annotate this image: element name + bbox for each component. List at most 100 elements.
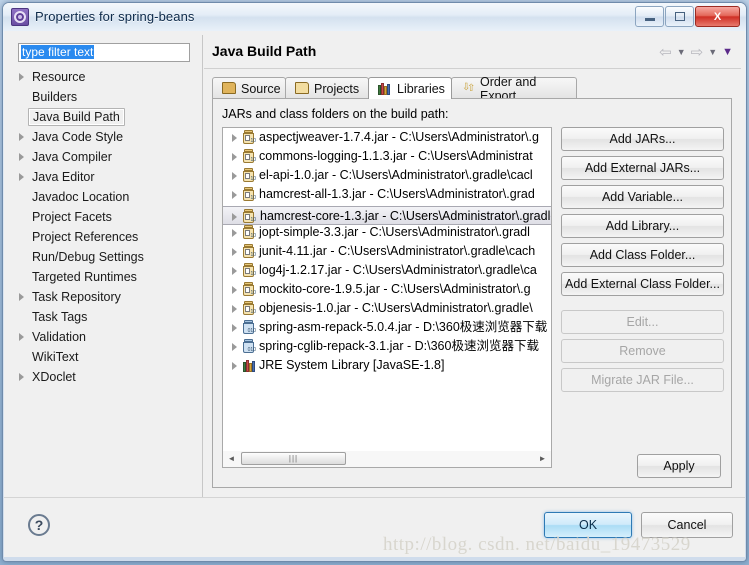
add-class-folder-button[interactable]: Add Class Folder...: [561, 243, 724, 267]
expand-triangle-icon[interactable]: [232, 267, 237, 275]
sidebar-item-xdoclet[interactable]: XDoclet: [10, 367, 202, 387]
jar-list-item[interactable]: 10 log4j-1.2.17.jar - C:\Users\Administra…: [223, 261, 551, 280]
sidebar-item-java-editor[interactable]: Java Editor: [10, 167, 202, 187]
order-export-icon: ⇩ ⇧: [462, 82, 476, 94]
jar-list-item-label: mockito-core-1.9.5.jar - C:\Users\Admini…: [259, 282, 531, 296]
jar-list-item[interactable]: 10 hamcrest-core-1.3.jar - C:\Users\Admin…: [223, 206, 551, 225]
tab-source[interactable]: Source: [212, 77, 286, 99]
jar-list-item[interactable]: JRE System Library [JavaSE-1.8]: [223, 356, 551, 375]
expand-triangle-icon[interactable]: [19, 133, 24, 141]
jar-list-item[interactable]: 10 junit-4.11.jar - C:\Users\Administrato…: [223, 242, 551, 261]
back-chevron-down-icon[interactable]: ▼: [677, 47, 686, 57]
jar-list-item-label: objenesis-1.0.jar - C:\Users\Administrat…: [259, 301, 533, 315]
jar-list-item[interactable]: 10 hamcrest-all-1.3.jar - C:\Users\Admini…: [223, 185, 551, 204]
ok-button[interactable]: OK: [544, 512, 632, 538]
back-arrow-icon[interactable]: ⇦: [659, 43, 672, 61]
minimize-button[interactable]: [635, 6, 664, 27]
tab-label: Libraries: [397, 81, 445, 96]
title-separator: [204, 68, 741, 69]
sidebar-item-label: WikiText: [32, 350, 79, 364]
sidebar-item-label: Javadoc Location: [32, 190, 130, 204]
add-external-class-folder-button[interactable]: Add External Class Folder...: [561, 272, 724, 296]
jar-list-item[interactable]: 10 el-api-1.0.jar - C:\Users\Administrato…: [223, 166, 551, 185]
add-external-jars-button[interactable]: Add External JARs...: [561, 156, 724, 180]
sidebar-item-javadoc-location[interactable]: Javadoc Location: [10, 187, 202, 207]
sidebar-item-wikitext[interactable]: WikiText: [10, 347, 202, 367]
jar-list-item[interactable]: 10 aspectjweaver-1.7.4.jar - C:\Users\Adm…: [223, 128, 551, 147]
expand-triangle-icon[interactable]: [19, 333, 24, 341]
sidebar-item-java-code-style[interactable]: Java Code Style: [10, 127, 202, 147]
close-button[interactable]: X: [695, 6, 740, 27]
expand-triangle-icon[interactable]: [232, 305, 237, 313]
sidebar-item-task-tags[interactable]: Task Tags: [10, 307, 202, 327]
expand-triangle-icon[interactable]: [232, 229, 237, 237]
expand-triangle-icon[interactable]: [19, 73, 24, 81]
sidebar-item-label: Java Compiler: [32, 150, 112, 164]
sidebar-item-project-facets[interactable]: Project Facets: [10, 207, 202, 227]
jar-list-horizontal-scrollbar[interactable]: ◄ ||| ►: [222, 451, 552, 468]
sidebar-item-builders[interactable]: Builders: [10, 87, 202, 107]
jar-list[interactable]: 10 aspectjweaver-1.7.4.jar - C:\Users\Adm…: [222, 127, 552, 452]
expand-triangle-icon[interactable]: [19, 153, 24, 161]
libraries-tab-panel: JARs and class folders on the build path…: [212, 98, 732, 488]
expand-triangle-icon[interactable]: [19, 373, 24, 381]
tab-projects[interactable]: Projects: [285, 77, 369, 99]
source-folder-icon: [222, 82, 236, 95]
sidebar-item-label: Java Build Path: [28, 108, 125, 126]
sidebar-item-project-references[interactable]: Project References: [10, 227, 202, 247]
jar-list-item[interactable]: 010 spring-cglib-repack-3.1.jar - D:\360极…: [223, 337, 551, 356]
filter-input[interactable]: type filter text: [18, 43, 190, 62]
expand-triangle-icon[interactable]: [232, 324, 237, 332]
scroll-right-icon[interactable]: ►: [535, 451, 550, 466]
jar-icon: 10: [242, 282, 256, 297]
jar-list-item-label: JRE System Library [JavaSE-1.8]: [259, 358, 445, 372]
jar-list-item[interactable]: 10 jopt-simple-3.3.jar - C:\Users\Adminis…: [223, 223, 551, 242]
forward-arrow-icon[interactable]: ⇨: [691, 43, 704, 61]
jar-list-item[interactable]: 10 commons-logging-1.1.3.jar - C:\Users\A…: [223, 147, 551, 166]
expand-triangle-icon[interactable]: [232, 343, 237, 351]
jar-icon: 10: [242, 263, 256, 278]
sidebar-item-java-build-path[interactable]: Java Build Path: [10, 107, 202, 127]
sidebar-item-java-compiler[interactable]: Java Compiler: [10, 147, 202, 167]
sidebar-item-label: Resource: [32, 70, 86, 84]
settings-tree-panel: type filter text Resource Builders Java Bu…: [10, 35, 203, 523]
jar-list-item-label: junit-4.11.jar - C:\Users\Administrator\…: [259, 244, 536, 258]
expand-triangle-icon[interactable]: [232, 286, 237, 294]
scrollbar-thumb[interactable]: |||: [241, 452, 346, 465]
add-variable-button[interactable]: Add Variable...: [561, 185, 724, 209]
expand-triangle-icon[interactable]: [232, 134, 237, 142]
expand-triangle-icon[interactable]: [232, 191, 237, 199]
sidebar-item-run-debug-settings[interactable]: Run/Debug Settings: [10, 247, 202, 267]
tab-order-and-export[interactable]: ⇩ ⇧ Order and Export: [451, 75, 577, 103]
scroll-left-icon[interactable]: ◄: [224, 451, 239, 466]
help-icon[interactable]: ?: [28, 514, 50, 536]
expand-triangle-icon[interactable]: [19, 173, 24, 181]
jar-list-item[interactable]: 10 objenesis-1.0.jar - C:\Users\Administr…: [223, 299, 551, 318]
add-library-button[interactable]: Add Library...: [561, 214, 724, 238]
tab-strip: Source Projects Libraries ⇩ ⇧ Order and Expor…: [212, 75, 732, 103]
tab-libraries[interactable]: Libraries: [368, 77, 452, 99]
expand-triangle-icon[interactable]: [232, 153, 237, 161]
jar-icon: 10: [242, 149, 256, 164]
sidebar-item-task-repository[interactable]: Task Repository: [10, 287, 202, 307]
expand-triangle-icon[interactable]: [232, 362, 237, 370]
sidebar-item-label: Java Editor: [32, 170, 95, 184]
expand-triangle-icon[interactable]: [19, 293, 24, 301]
add-jars-button[interactable]: Add JARs...: [561, 127, 724, 151]
sidebar-item-resource[interactable]: Resource: [10, 67, 202, 87]
window-title: Properties for spring-beans: [35, 9, 195, 24]
cancel-button[interactable]: Cancel: [641, 512, 733, 538]
apply-button[interactable]: Apply: [637, 454, 721, 478]
jar-list-item[interactable]: 010 spring-asm-repack-5.0.4.jar - D:\360极…: [223, 318, 551, 337]
edit-button: Edit...: [561, 310, 724, 334]
properties-dialog-window: Properties for spring-beans X type filte…: [0, 0, 749, 565]
forward-chevron-down-icon[interactable]: ▼: [708, 47, 717, 57]
page-menu-chevron-down-icon[interactable]: ▼: [722, 46, 733, 58]
sidebar-item-validation[interactable]: Validation: [10, 327, 202, 347]
expand-triangle-icon[interactable]: [232, 172, 237, 180]
expand-triangle-icon[interactable]: [232, 213, 237, 221]
sidebar-item-targeted-runtimes[interactable]: Targeted Runtimes: [10, 267, 202, 287]
maximize-button[interactable]: [665, 6, 694, 27]
expand-triangle-icon[interactable]: [232, 248, 237, 256]
jar-list-item[interactable]: 10 mockito-core-1.9.5.jar - C:\Users\Admi…: [223, 280, 551, 299]
